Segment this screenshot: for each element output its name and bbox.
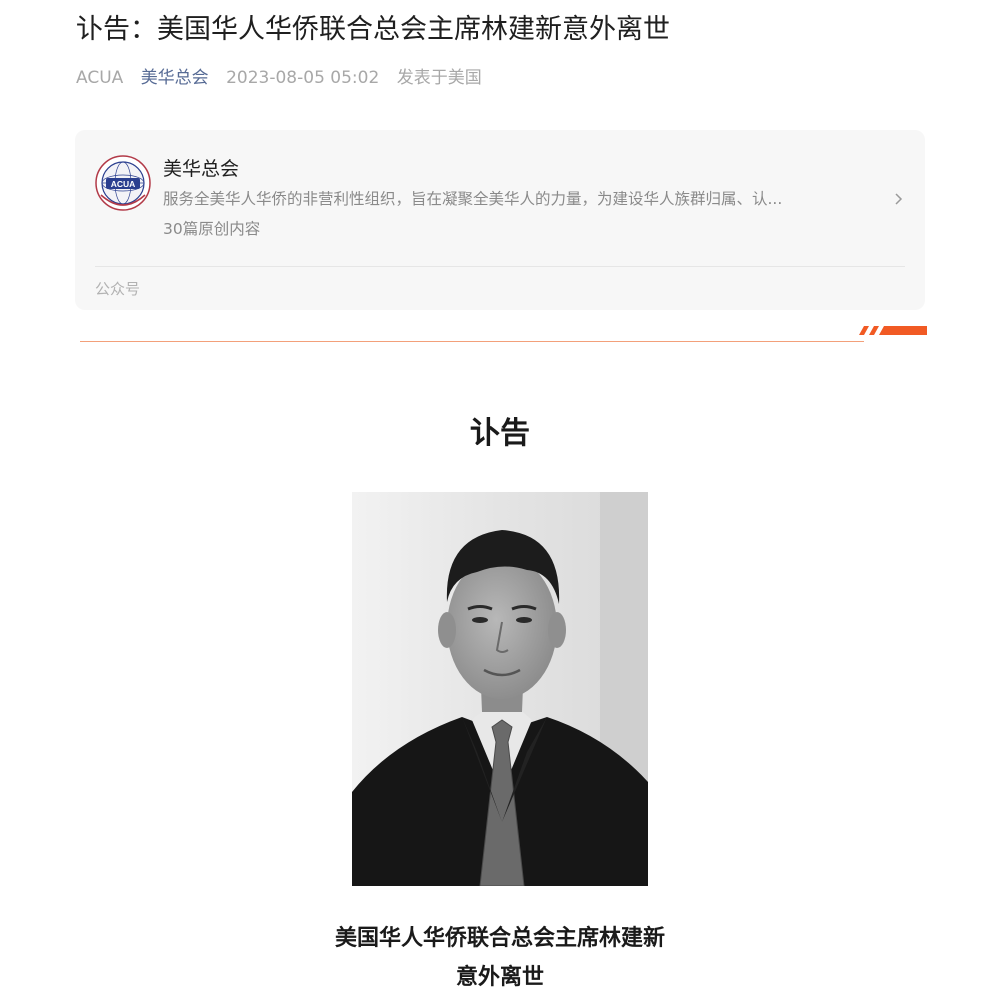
account-name-link[interactable]: 美华总会 xyxy=(141,68,209,88)
publish-location: 发表于美国 xyxy=(396,68,482,88)
article-title: 讣告：美国华人华侨联合总会主席林建新意外离世 xyxy=(76,14,670,45)
profile-description: 服务全美华人华侨的非营利性组织，旨在凝聚全美华人的力量，为建设华人族群归属、认.… xyxy=(163,190,783,208)
profile-name: 美华总会 xyxy=(163,158,240,180)
svg-text:ACUA: ACUA xyxy=(111,179,136,189)
account-type-label: 公众号 xyxy=(95,280,141,298)
article-page: 讣告：美国华人华侨联合总会主席林建新意外离世 ACUA 美华总会 2023-08… xyxy=(0,0,1000,1003)
publish-datetime: 2023-08-05 05:02 xyxy=(226,68,380,88)
account-profile-card[interactable]: ACUA 美华总会 服务全美华人华侨的非营利性组织，旨在凝聚全美华人的力量，为建… xyxy=(75,130,925,310)
article-meta: ACUA 美华总会 2023-08-05 05:02 发表于美国 xyxy=(76,64,494,92)
acua-logo-icon: ACUA xyxy=(95,155,151,211)
original-article-count: 30篇原创内容 xyxy=(163,220,261,238)
notice-heading: 讣告 xyxy=(470,416,530,451)
caption-line-1: 美国华人华侨联合总会主席林建新 xyxy=(334,926,665,951)
author-name: ACUA xyxy=(76,68,124,88)
section-divider-line xyxy=(80,341,864,342)
caption-line-2: 意外离世 xyxy=(455,965,544,990)
card-divider xyxy=(95,266,905,267)
portrait-photo xyxy=(352,492,648,886)
orange-slash-decoration xyxy=(859,326,927,335)
chevron-right-icon[interactable] xyxy=(891,186,907,212)
